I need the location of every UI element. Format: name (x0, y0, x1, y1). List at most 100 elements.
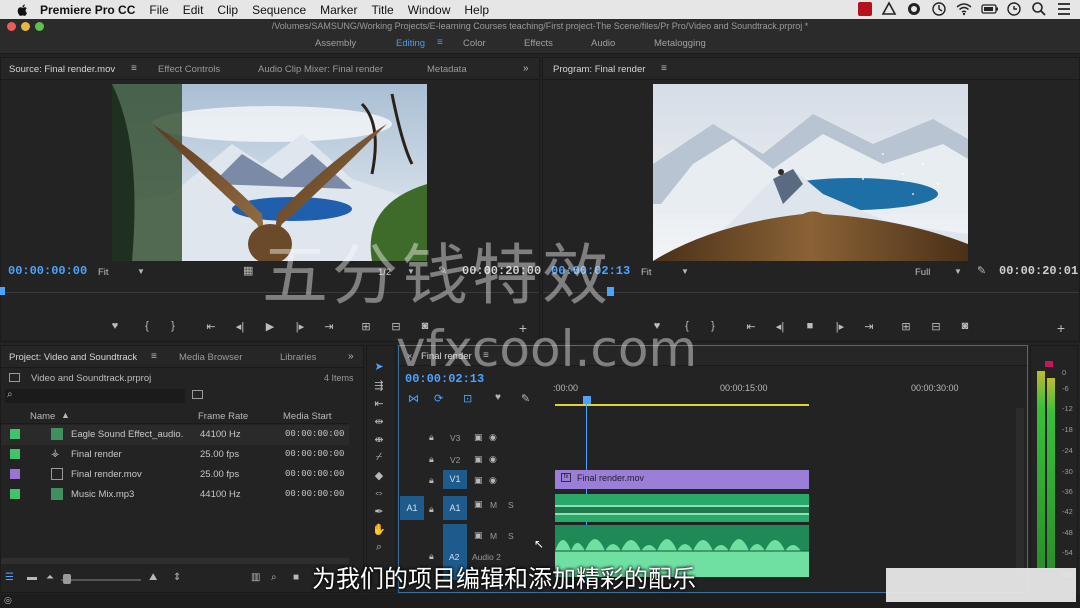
program-stop-icon[interactable]: ■ (800, 320, 820, 332)
project-more-tabs-icon[interactable]: » (348, 351, 354, 362)
label-color-swatch[interactable] (10, 489, 20, 499)
menu-sequence[interactable]: Sequence (252, 3, 306, 17)
tab-effect-controls[interactable]: Effect Controls (158, 64, 220, 75)
work-area-bar[interactable] (555, 404, 809, 406)
workspace-audio[interactable]: Audio (591, 38, 615, 49)
step-back-icon[interactable]: ◂| (230, 320, 250, 333)
drive-icon[interactable] (881, 1, 897, 17)
menu-window[interactable]: Window (408, 3, 451, 17)
program-mark-in-icon[interactable]: { (677, 320, 697, 332)
ripple-edit-tool-icon[interactable]: ⇤ (371, 397, 387, 411)
menu-file[interactable]: File (149, 3, 168, 17)
tab-media-browser[interactable]: Media Browser (179, 352, 242, 363)
tab-sequence[interactable]: Final render (421, 351, 472, 362)
tab-libraries[interactable]: Libraries (280, 352, 316, 363)
label-color-swatch[interactable] (10, 429, 20, 439)
column-frame-rate[interactable]: Frame Rate (198, 411, 248, 422)
creative-cloud-icon[interactable] (906, 1, 922, 17)
timeline-playhead-icon[interactable] (583, 396, 591, 404)
film-icon[interactable]: ▣ (474, 454, 483, 465)
menu-edit[interactable]: Edit (183, 3, 204, 17)
project-tab-menu-icon[interactable]: ≡ (151, 351, 157, 362)
close-sequence-icon[interactable]: × (407, 351, 412, 361)
eye-icon[interactable]: ◉ (489, 475, 497, 486)
program-resolution-chevron-icon[interactable]: ▼ (954, 267, 962, 276)
new-bin-icon[interactable] (192, 390, 203, 399)
project-horizontal-scrollbar[interactable] (1, 558, 349, 564)
source-settings-icon[interactable]: ▦ (243, 264, 253, 277)
program-playhead-icon[interactable] (607, 287, 614, 296)
selection-tool-icon[interactable]: ➤ (371, 360, 387, 374)
menu-help[interactable]: Help (464, 3, 489, 17)
slide-tool-icon[interactable]: ⇔ (371, 487, 387, 501)
automate-to-sequence-icon[interactable]: ▥ (251, 572, 260, 583)
timeline-marker-icon[interactable]: ♥ (495, 392, 501, 403)
program-fit-chevron-icon[interactable]: ▼ (681, 267, 689, 276)
audio-clip-a1[interactable] (555, 494, 809, 522)
play-icon[interactable]: ▶ (260, 320, 280, 333)
time-machine-icon[interactable] (1006, 1, 1022, 17)
lock-icon[interactable]: 🔒︎ (429, 504, 434, 515)
column-name[interactable]: Name (30, 411, 55, 422)
tab-source[interactable]: Source: Final render.mov (9, 64, 115, 75)
more-tabs-icon[interactable]: » (523, 63, 529, 74)
find-icon[interactable]: ⌕ (271, 572, 277, 583)
sort-ascending-icon[interactable]: ▲ (61, 410, 70, 420)
menu-marker[interactable]: Marker (320, 3, 357, 17)
source-fit-chevron-icon[interactable]: ▼ (137, 267, 145, 276)
lock-icon[interactable]: 🔒︎ (429, 432, 434, 443)
rate-stretch-tool-icon[interactable]: ⇼ (371, 433, 387, 447)
zoom-tool-icon[interactable]: ⌕ (371, 541, 387, 555)
hand-tool-icon[interactable]: ✋ (371, 523, 387, 537)
film-icon[interactable]: ▣ (474, 530, 483, 541)
track-name-a1[interactable]: A1 (443, 496, 467, 520)
add-marker-icon[interactable]: ♥ (105, 320, 125, 332)
wifi-icon[interactable] (956, 1, 972, 17)
video-clip-v1[interactable]: fx Final render.mov (555, 470, 809, 489)
program-resolution-dropdown[interactable]: Full (915, 267, 930, 278)
workspace-editing[interactable]: Editing (396, 38, 425, 49)
solo-button[interactable]: S (508, 531, 514, 541)
timeline-settings-icon[interactable]: ✎ (521, 392, 530, 405)
timeline-timecode[interactable]: 00:00:02:13 (405, 372, 484, 386)
workspace-menu-icon[interactable]: ≡ (437, 37, 443, 48)
eye-icon[interactable]: ◉ (489, 432, 497, 443)
label-color-swatch[interactable] (10, 449, 20, 459)
source-scrub-bar[interactable] (1, 292, 539, 293)
list-item[interactable]: Final render.mov 25.00 fps 00:00:00:00 (1, 465, 349, 485)
program-go-to-out-icon[interactable]: ⇥ (859, 320, 879, 333)
go-to-out-icon[interactable]: ⇥ (319, 320, 339, 333)
freeform-view-icon[interactable]: ⏶ (46, 572, 54, 583)
workspace-effects[interactable]: Effects (524, 38, 553, 49)
program-scrub-bar[interactable] (543, 292, 1079, 293)
minimize-window-button[interactable] (21, 22, 30, 31)
mute-button[interactable]: M (490, 531, 497, 541)
tab-project[interactable]: Project: Video and Soundtrack (9, 352, 137, 363)
source-patch-a1[interactable]: A1 (400, 496, 424, 520)
program-fit-dropdown[interactable]: Fit (641, 267, 652, 278)
extract-icon[interactable]: ⊟ (926, 320, 946, 333)
track-select-tool-icon[interactable]: ⇶ (371, 379, 387, 393)
zoom-window-button[interactable] (35, 22, 44, 31)
track-name-v1[interactable]: V1 (443, 470, 467, 489)
lock-icon[interactable]: 🔒︎ (429, 454, 434, 465)
pen-tool-icon[interactable]: ✒ (371, 505, 387, 519)
tab-metadata[interactable]: Metadata (427, 64, 467, 75)
go-to-in-icon[interactable]: ⇤ (201, 320, 221, 333)
menu-clip[interactable]: Clip (217, 3, 238, 17)
razor-tool-icon[interactable]: ⌿ (371, 451, 387, 465)
timeline-vertical-scrollbar[interactable] (1016, 408, 1024, 578)
source-timecode[interactable]: 00:00:00:00 (8, 264, 87, 278)
spotlight-icon[interactable] (1031, 1, 1047, 17)
source-wrench-icon[interactable]: ✎ (438, 264, 447, 277)
workspace-assembly[interactable]: Assembly (315, 38, 356, 49)
program-mark-out-icon[interactable]: } (703, 320, 723, 332)
program-add-button-icon[interactable]: + (1051, 320, 1071, 336)
program-wrench-icon[interactable]: ✎ (977, 264, 986, 277)
menu-title[interactable]: Title (371, 3, 393, 17)
menu-app-name[interactable]: Premiere Pro CC (40, 3, 135, 17)
close-window-button[interactable] (7, 22, 16, 31)
slip-tool-icon[interactable]: ◆ (371, 469, 387, 483)
linked-selection-icon[interactable]: ⟳ (434, 392, 443, 405)
add-edit-icon[interactable]: ⊡ (463, 392, 472, 405)
